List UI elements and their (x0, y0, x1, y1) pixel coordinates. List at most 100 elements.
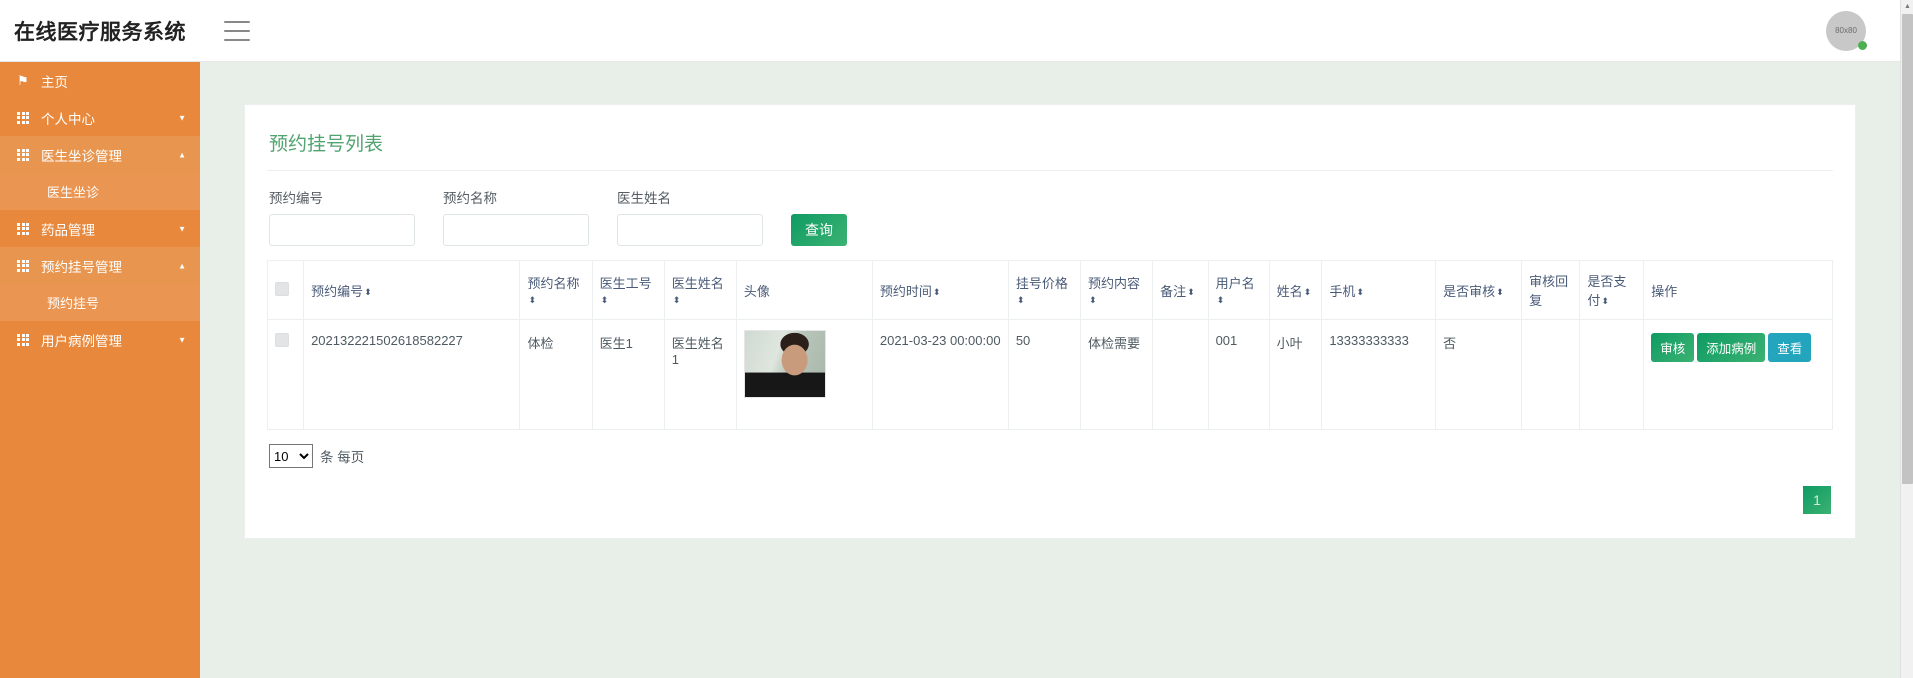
select-all-checkbox[interactable] (275, 281, 289, 296)
table-header-cell-15[interactable]: 是否支付⬍ (1579, 260, 1645, 320)
flag-icon: ⚑ (17, 73, 29, 88)
hamburger-icon[interactable] (224, 20, 250, 41)
sidebar-item-label: 主页 (41, 74, 68, 90)
table-header-label: 手机 (1329, 283, 1356, 299)
sort-toggle-icon[interactable]: ⬍ (364, 287, 372, 297)
row-checkbox-cell (266, 319, 305, 430)
hamburger-bar (224, 20, 250, 23)
table-header-label: 预约内容 (1087, 276, 1140, 291)
cell-doctor-name: 医生姓名1 (663, 319, 737, 430)
top-bar-right: 80x80 (1826, 10, 1867, 51)
chevron-up-icon: ▲ (178, 261, 186, 270)
cell-phone: 13333333333 (1321, 319, 1437, 430)
sidebar-item-5[interactable]: 预约挂号管理 ▲ (0, 247, 200, 284)
grid-icon (10, 333, 36, 346)
cell-appointment-no: 202132221502618582227 (303, 319, 521, 430)
table-header-label: 预约名称 (527, 276, 580, 291)
search-input-2[interactable] (617, 214, 763, 246)
page-size-select[interactable]: 102050100 (269, 444, 313, 468)
page-title: 预约挂号列表 (267, 123, 1833, 171)
hamburger-bar (224, 38, 250, 41)
action-button-查看[interactable]: 查看 (1768, 333, 1812, 362)
sidebar-item-label: 医生坐诊 (47, 185, 100, 200)
table-row: 202132221502618582227 体检 医生1 医生姓名1 2021-03-2… (266, 319, 1833, 430)
cell-paid (1579, 319, 1645, 430)
sidebar-item-label: 医生坐诊管理 (41, 148, 122, 164)
chevron-down-icon: ▼ (178, 335, 186, 344)
cell-name: 小叶 (1268, 319, 1323, 430)
sort-toggle-icon[interactable]: ⬍ (528, 296, 536, 305)
search-input-0[interactable] (269, 214, 415, 246)
table-footer: 102050100 条 每页 (267, 430, 1833, 468)
sidebar-item-4[interactable]: 药品管理 ▼ (0, 210, 200, 247)
sort-toggle-icon[interactable]: ⬍ (933, 287, 941, 297)
grid-icon (10, 148, 36, 161)
content-card: 预约挂号列表 预约编号 预约名称 医生姓名 查询 预约编号⬍ 预约名称⬍ 医生工号⬍ 医生姓… (244, 104, 1856, 539)
table-header-cell-13[interactable]: 是否审核⬍ (1435, 260, 1523, 320)
action-button-审核[interactable]: 审核 (1651, 333, 1695, 362)
action-button-添加病例[interactable]: 添加病例 (1697, 333, 1766, 362)
sort-toggle-icon[interactable]: ⬍ (1187, 287, 1195, 297)
table-header-cell-3[interactable]: 医生工号 ⬍ (591, 260, 665, 320)
search-field-group-2: 医生姓名 (617, 187, 763, 246)
sidebar-item-label: 个人中心 (41, 111, 95, 127)
chevron-down-icon: ▼ (178, 224, 186, 233)
table-header-cell-7[interactable]: 挂号价格 ⬍ (1007, 260, 1081, 320)
search-submit-button[interactable]: 查询 (791, 214, 847, 246)
sidebar-item-2[interactable]: 医生坐诊管理 ▲ (0, 136, 200, 173)
search-field-group-1: 预约名称 (443, 187, 589, 246)
table-header-cell-10[interactable]: 用户名 ⬍ (1207, 260, 1270, 320)
avatar[interactable]: 80x80 (1826, 10, 1867, 51)
sort-toggle-icon[interactable]: ⬍ (1304, 287, 1312, 297)
table-header-label: 审核回复 (1529, 274, 1569, 308)
hamburger-bar (224, 29, 250, 32)
appointments-table: 预约编号⬍ 预约名称⬍ 医生工号⬍ 医生姓名⬍ 头像 预约时间⬍ 挂号价格⬍ 预约内容⬍ 备注⬍… (266, 260, 1833, 430)
sidebar-item-7[interactable]: 用户病例管理 ▼ (0, 321, 200, 358)
online-status-dot (1858, 40, 1867, 50)
table-header-label: 预约时间 (879, 283, 932, 299)
table-header-cell-9[interactable]: 备注⬍ (1152, 260, 1209, 320)
search-input-1[interactable] (443, 214, 589, 246)
cell-audit-reply (1521, 319, 1581, 430)
sidebar-item-label: 预约挂号管理 (41, 259, 122, 275)
sort-toggle-icon[interactable]: ⬍ (1017, 296, 1025, 305)
table-header-cell-4[interactable]: 医生姓名 ⬍ (663, 260, 737, 320)
sort-toggle-icon[interactable]: ⬍ (1089, 296, 1097, 305)
search-form: 预约编号 预约名称 医生姓名 查询 (267, 171, 1833, 260)
table-header-cell-2[interactable]: 预约名称 ⬍ (519, 260, 593, 320)
sort-toggle-icon[interactable]: ⬍ (1601, 297, 1609, 306)
table-header-cell-8[interactable]: 预约内容 ⬍ (1079, 260, 1154, 320)
table-header-cell-0 (266, 260, 305, 320)
table-header-label: 医生姓名 (671, 276, 724, 291)
table-header-cell-16: 操作 (1643, 260, 1833, 320)
cell-content: 体检需要 (1079, 319, 1154, 430)
cell-actions: 审核 添加病例 查看 (1643, 319, 1833, 430)
main-content: 预约挂号列表 预约编号 预约名称 医生姓名 查询 预约编号⬍ 预约名称⬍ 医生工号⬍ 医生姓… (200, 62, 1900, 678)
cell-avatar (735, 319, 873, 430)
search-field-group-0: 预约编号 (269, 187, 415, 246)
scrollbar-thumb[interactable] (1902, 14, 1913, 484)
table-header-cell-1[interactable]: 预约编号⬍ (303, 260, 521, 320)
cell-price: 50 (1007, 319, 1081, 430)
table-container: 预约编号⬍ 预约名称⬍ 医生工号⬍ 医生姓名⬍ 头像 预约时间⬍ 挂号价格⬍ 预约内容⬍ 备注⬍… (266, 260, 1833, 430)
sort-toggle-icon[interactable]: ⬍ (1217, 296, 1225, 305)
page-scrollbar[interactable]: ▲ (1900, 0, 1913, 678)
sidebar-item-0[interactable]: ⚑ 主页 (0, 62, 200, 99)
table-header-cell-6[interactable]: 预约时间⬍ (871, 260, 1009, 320)
sort-toggle-icon[interactable]: ⬍ (1496, 287, 1504, 297)
sort-toggle-icon[interactable]: ⬍ (601, 296, 609, 305)
table-header-cell-11[interactable]: 姓名⬍ (1268, 260, 1323, 320)
sidebar: ⚑ 主页 个人中心 ▼ 医生坐诊管理 ▲ 医生坐诊 药品管理 ▼ 预约挂号管理 ▲ 预约挂号 用户病例管… (0, 62, 200, 678)
sidebar-item-1[interactable]: 个人中心 ▼ (0, 99, 200, 136)
page-button-1[interactable]: 1 (1803, 486, 1831, 514)
cell-remark (1152, 319, 1209, 430)
sidebar-item-6[interactable]: 预约挂号 (0, 284, 200, 321)
cell-doctor-id: 医生1 (591, 319, 665, 430)
row-checkbox[interactable] (275, 333, 289, 347)
scroll-up-arrow-icon[interactable]: ▲ (1901, 0, 1913, 13)
grid-icon (10, 111, 36, 124)
table-header-cell-12[interactable]: 手机⬍ (1321, 260, 1437, 320)
sort-toggle-icon[interactable]: ⬍ (1356, 287, 1364, 297)
sidebar-item-3[interactable]: 医生坐诊 (0, 173, 200, 210)
sort-toggle-icon[interactable]: ⬍ (673, 296, 681, 305)
